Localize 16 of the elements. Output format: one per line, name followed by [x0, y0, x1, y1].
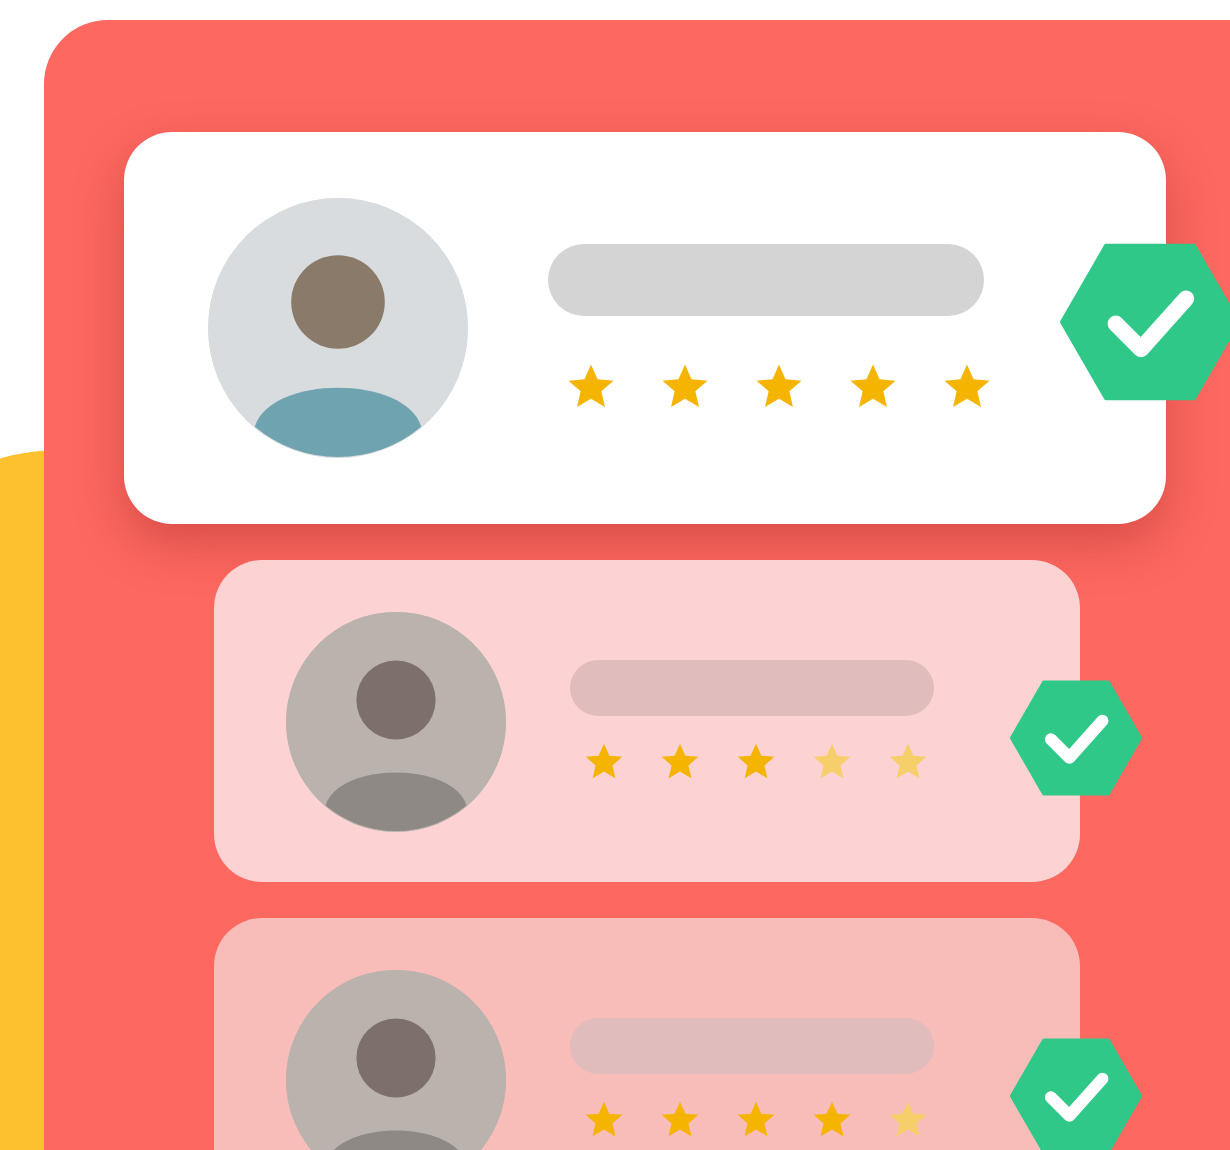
avatar-icon: [286, 611, 506, 831]
review-card[interactable]: [124, 132, 1166, 524]
review-card[interactable]: [214, 918, 1080, 1150]
avatar-icon: [208, 198, 468, 458]
filled-star-icon: [734, 739, 778, 783]
filled-star-icon: [582, 1097, 626, 1141]
empty-star-icon: [810, 739, 854, 783]
filled-star-icon: [658, 1097, 702, 1141]
empty-star-icon: [886, 1097, 930, 1141]
avatar-icon: [286, 969, 506, 1150]
filled-star-icon: [658, 739, 702, 783]
review-card[interactable]: [214, 560, 1080, 882]
empty-star-icon: [886, 739, 930, 783]
filled-star-icon: [734, 1097, 778, 1141]
filled-star-icon: [582, 739, 626, 783]
filled-star-icon: [810, 1097, 854, 1141]
